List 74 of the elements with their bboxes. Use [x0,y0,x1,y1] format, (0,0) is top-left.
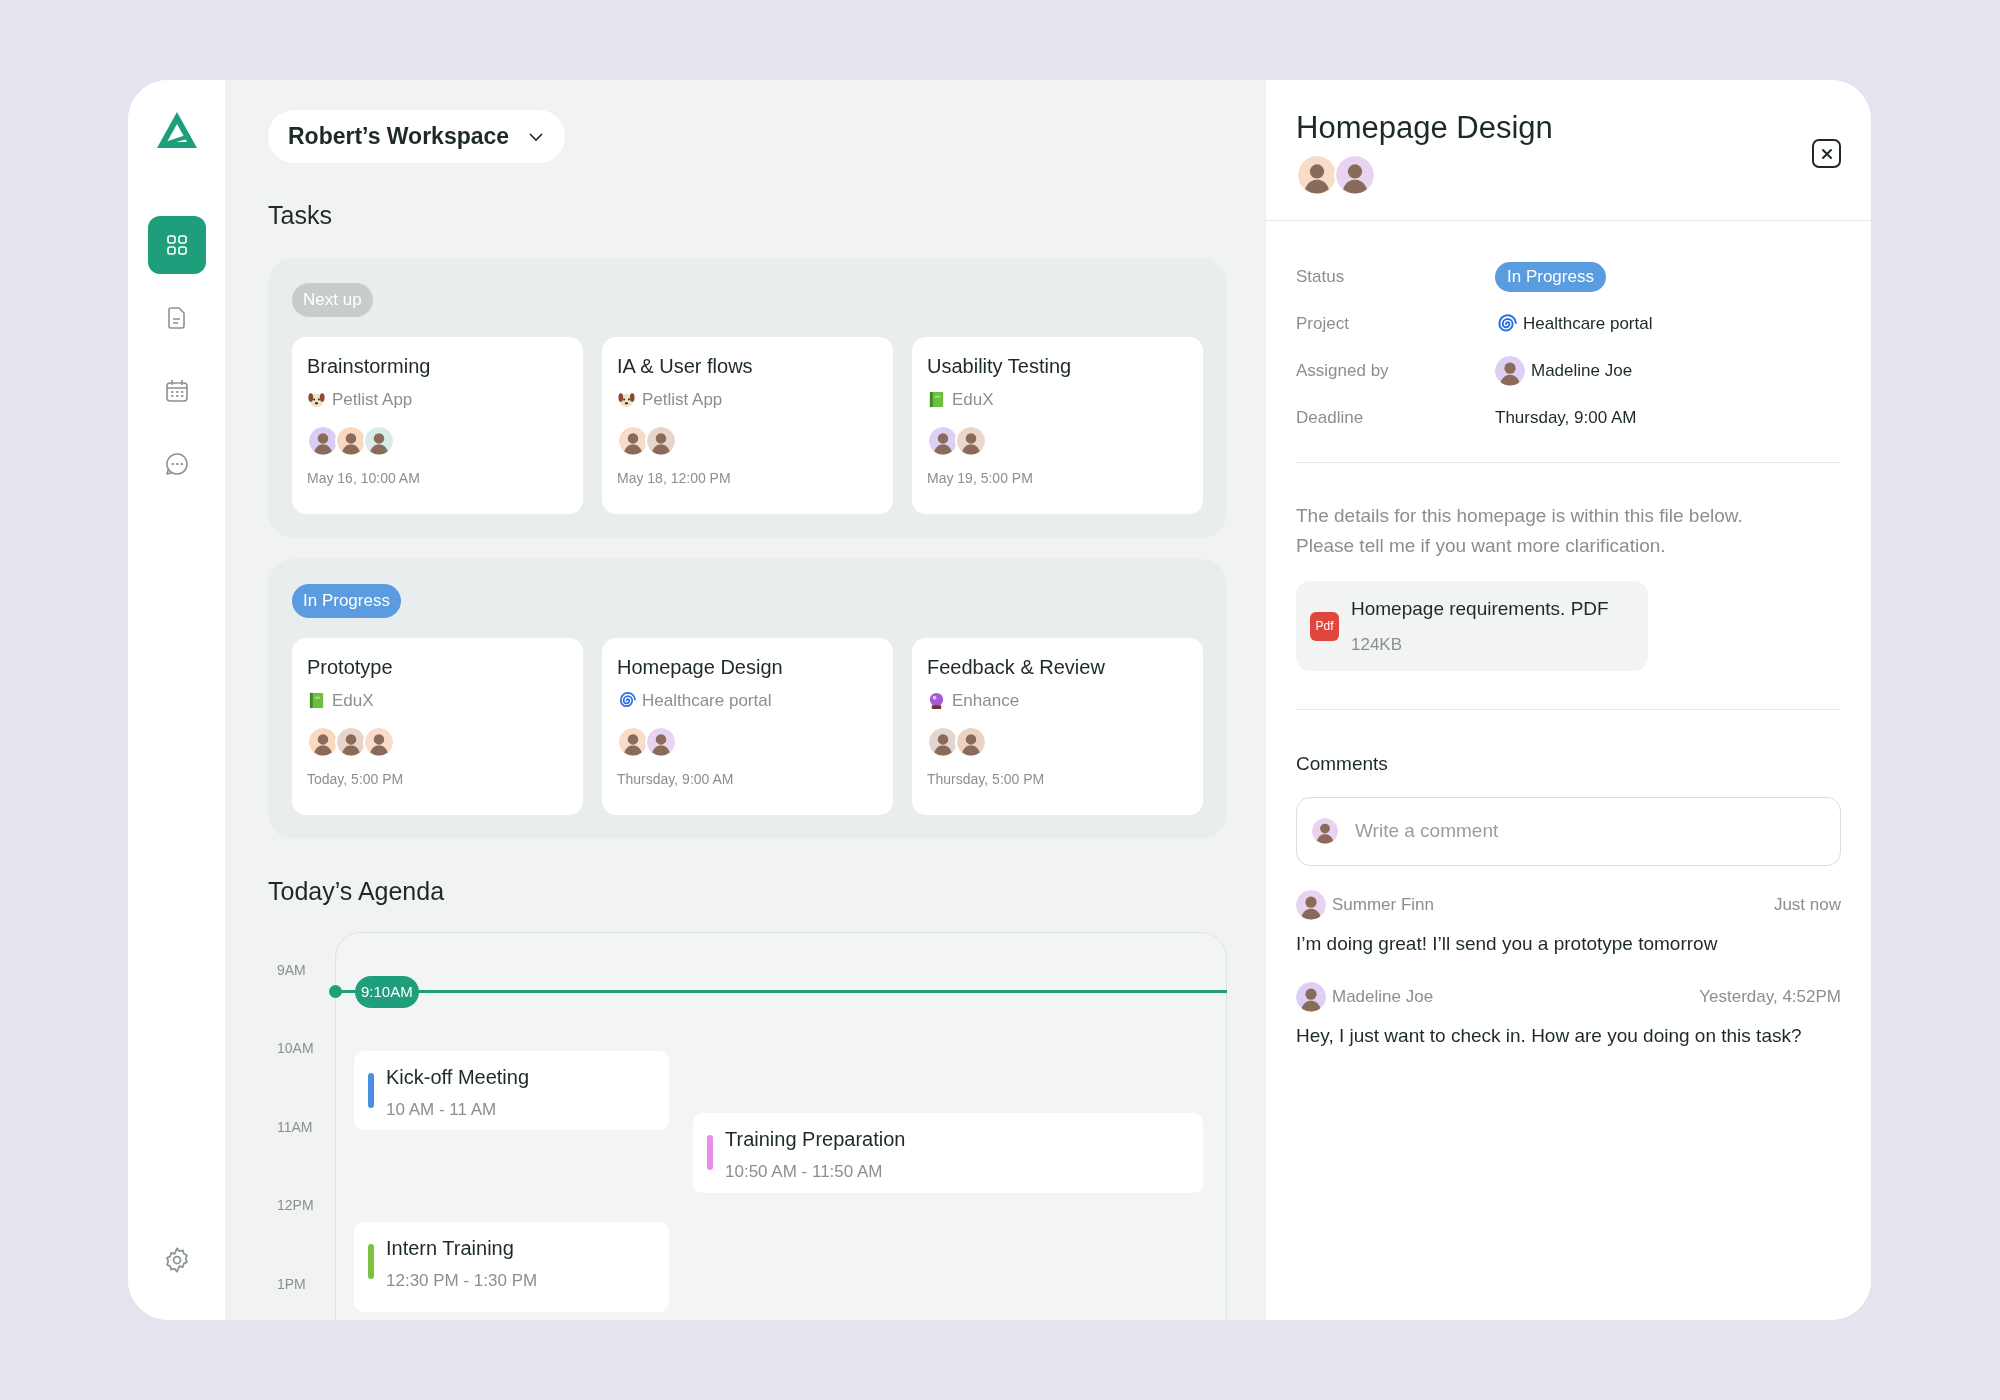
field-label: Status [1296,266,1346,289]
comment-time: Just now [1773,893,1841,916]
close-button[interactable] [1812,139,1841,168]
task-card[interactable]: IA & User flows Petlist App May 18, 12:00 PM [602,337,893,514]
file-name: Homepage requirements. PDF [1351,597,1609,621]
current-time-badge: 9:10AM [355,976,419,1008]
due-date: May 16, 10:00 AM [307,468,421,488]
file-size: 124KB [1351,633,1404,656]
task-card[interactable]: Feedback & Review Enhance Thursday, 5:00 PM [912,638,1203,815]
field-label: Project [1296,313,1350,336]
event-card[interactable]: Intern Training 12:30 PM - 1:30 PM [354,1222,669,1312]
pdf-file-icon: Pdf [1310,611,1339,641]
dog-face-icon [307,390,326,410]
dog-face-icon [617,390,636,410]
section-title: Comments [1296,752,1389,776]
workspace-dropdown[interactable]: Robert’s Workspace [268,110,566,163]
task-title: Homepage Design [617,655,784,680]
nav-button[interactable] [147,216,206,274]
hour-label: 11AM [277,1118,313,1137]
comment-input[interactable]: Write a comment [1296,796,1841,866]
status-badge: In Progress [292,584,401,618]
book-icon [927,390,946,410]
task-title: Usability Testing [927,354,1073,379]
due-date: May 18, 12:00 PM [617,468,732,488]
task-card[interactable]: Brainstorming Petlist App May 16, 10:00 AM [292,337,583,514]
project-name: Petlist App [332,389,413,411]
section-title: Tasks [268,203,333,228]
due-date: May 19, 5:00 PM [927,468,1034,488]
event-title: Kick-off Meeting [386,1065,530,1089]
file-attachment[interactable]: Pdf Homepage requirements. PDF 124KB [1296,581,1648,671]
project-name: Healthcare portal [642,690,772,712]
status-badge: In Progress [1495,262,1606,292]
section-title: Today’s Agenda [268,879,446,904]
comment-text: I’m doing great! I’ll send you a prototype tomorrow [1296,931,1719,956]
comment-time: Yesterday, 4:52PM [1699,986,1841,1009]
event-title: Training Preparation [725,1127,906,1151]
panel-title: Homepage Design [1296,109,1554,147]
task-title: IA & User flows [617,354,754,379]
hour-label: 12PM [277,1196,314,1215]
task-card[interactable]: Usability Testing EduX May 19, 5:00 PM [912,337,1203,514]
due-date: Thursday, 5:00 PM [927,769,1046,789]
task-title: Brainstorming [307,354,432,379]
task-title: Feedback & Review [927,655,1106,680]
description-text: The details for this homepage is within this file below. Please tell me if you want more clarification. [1296,504,1744,558]
event-card[interactable]: Training Preparation 10:50 AM - 11:50 AM [693,1113,1203,1193]
due-date: Today, 5:00 PM [307,769,405,789]
project-name: Petlist App [642,389,723,411]
task-card[interactable]: Prototype EduX Today, 5:00 PM [292,638,583,815]
event-card[interactable]: Kick-off Meeting 10 AM - 11 AM [354,1051,669,1130]
comment-text: Hey, I just want to check in. How are you doing on this task? [1296,1024,1803,1048]
event-time: 10 AM - 11 AM [386,1099,498,1121]
due-date: Thursday, 9:00 AM [617,769,735,789]
project-name: Enhance [952,690,1020,712]
close-icon [1820,147,1833,160]
hour-label: 10AM [277,1039,314,1058]
project-name: EduX [952,389,994,411]
field-value: Thursday, 9:00 AM [1495,407,1637,430]
field-label: Deadline [1296,407,1365,430]
project-name: EduX [332,690,374,712]
comment-author: Summer Finn [1332,893,1435,916]
event-title: Intern Training [386,1236,515,1260]
comment-author: Madeline Joe [1332,986,1434,1009]
event-time: 12:30 PM - 1:30 PM [386,1270,538,1292]
book-icon [307,691,326,711]
project-name: Healthcare portal [1523,313,1653,336]
event-time: 10:50 AM - 11:50 AM [725,1161,884,1183]
task-card[interactable]: Homepage Design Healthcare portal Thursday, 9:00 AM [602,638,893,815]
logo-icon [154,110,199,150]
hour-label: 9AM [277,961,306,980]
person-name: Madeline Joe [1531,360,1633,383]
task-title: Prototype [307,655,394,680]
hour-label: 1PM [277,1275,306,1294]
crystal-ball-icon [927,691,946,711]
field-label: Assigned by [1296,360,1390,383]
